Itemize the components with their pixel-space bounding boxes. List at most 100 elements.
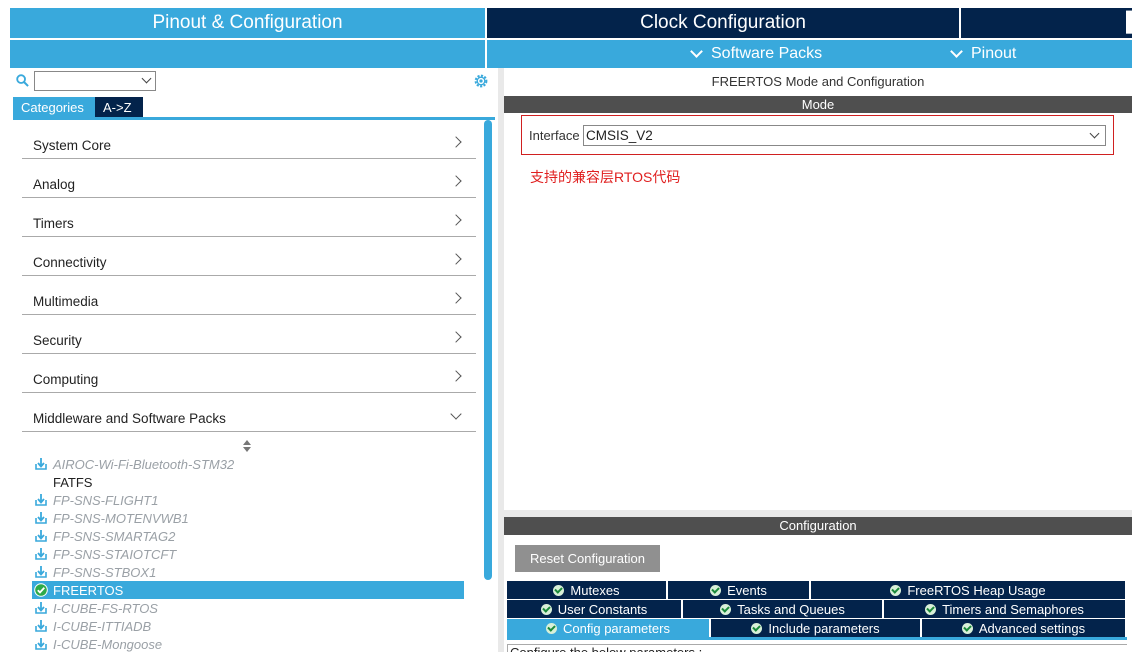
category-label: Security (33, 333, 82, 348)
tab-categories[interactable]: Categories (13, 97, 95, 117)
middleware-item-label: AIROC-Wi-Fi-Bluetooth-STM32 (53, 456, 235, 472)
chevron-right-icon (450, 253, 462, 265)
middleware-item-label: FREERTOS (53, 582, 124, 598)
category-timers[interactable]: Timers (22, 198, 476, 237)
middleware-item-label: I-CUBE-Mongoose (53, 636, 163, 652)
middleware-item[interactable]: AIROC-Wi-Fi-Bluetooth-STM32 (32, 455, 464, 473)
annotation-text: 支持的兼容层RTOS代码 (530, 169, 681, 185)
middleware-item[interactable]: FP-SNS-STBOX1 (32, 563, 464, 581)
middleware-item-label: FP-SNS-FLIGHT1 (53, 492, 159, 508)
search-input[interactable] (34, 71, 156, 91)
download-icon (35, 638, 47, 650)
top-navigation: Pinout & Configuration Clock Configurati… (0, 0, 1132, 68)
middleware-item[interactable]: I-CUBE-ITTIADB (32, 617, 464, 635)
category-label: System Core (33, 138, 112, 153)
chevron-down-icon (1089, 128, 1100, 139)
download-icon (35, 566, 47, 578)
middleware-item[interactable]: FREERTOS (32, 581, 464, 599)
parameters-hint: Configure the below parameters : (507, 644, 1127, 652)
category-system-core[interactable]: System Core (22, 120, 476, 159)
category-label: Timers (33, 216, 74, 231)
tab-events[interactable]: Events (668, 581, 811, 599)
middleware-item[interactable]: FP-SNS-SMARTAG2 (32, 527, 464, 545)
tab-user-constants[interactable]: User Constants (507, 600, 683, 618)
middleware-item[interactable]: I-CUBE-Mongoose (32, 635, 464, 652)
category-list: System Core Analog Timers Connectivity M… (22, 120, 476, 432)
param-tab-row-3: Config parameters Include parameters Adv… (507, 619, 1127, 637)
gear-icon[interactable] (472, 72, 490, 90)
chevron-down-icon[interactable] (141, 73, 152, 84)
tab-freertos-heap-usage[interactable]: FreeRTOS Heap Usage (811, 581, 1127, 599)
tab-advanced-settings[interactable]: Advanced settings (922, 619, 1127, 637)
check-icon (720, 603, 732, 615)
category-multimedia[interactable]: Multimedia (22, 276, 476, 315)
interface-highlight-box: Interface CMSIS_V2 (521, 115, 1114, 155)
search-icon[interactable] (16, 74, 29, 87)
middleware-item[interactable]: FP-SNS-STAIOTCFT (32, 545, 464, 563)
category-analog[interactable]: Analog (22, 159, 476, 198)
chevron-down-icon (950, 45, 963, 58)
interface-select[interactable]: CMSIS_V2 (583, 125, 1106, 146)
subbar-left (10, 40, 485, 68)
mode-configuration-panel: FREERTOS Mode and Configuration Mode Int… (504, 68, 1132, 652)
sort-icon[interactable] (243, 440, 251, 452)
scrollbar[interactable] (484, 120, 492, 580)
category-label: Multimedia (33, 294, 99, 309)
category-middleware[interactable]: Middleware and Software Packs (22, 393, 476, 432)
middleware-item-label: FP-SNS-STBOX1 (53, 564, 157, 580)
check-icon (890, 584, 902, 596)
panel-title: FREERTOS Mode and Configuration (711, 74, 925, 89)
check-icon (925, 603, 937, 615)
chevron-right-icon (450, 292, 462, 304)
middleware-item-label: FP-SNS-SMARTAG2 (53, 528, 176, 544)
tab-config-parameters[interactable]: Config parameters (507, 619, 711, 637)
category-connectivity[interactable]: Connectivity (22, 237, 476, 276)
chevron-right-icon (450, 331, 462, 343)
search-row (10, 68, 495, 96)
tab-tasks-and-queues[interactable]: Tasks and Queues (683, 600, 884, 618)
check-icon (751, 622, 763, 634)
tab-a-to-z[interactable]: A->Z (95, 97, 143, 117)
category-computing[interactable]: Computing (22, 354, 476, 393)
param-tab-row-2: User Constants Tasks and Queues Timers a… (507, 600, 1127, 618)
category-label: Computing (33, 372, 99, 387)
software-packs-menu[interactable]: Software Packs (690, 40, 823, 68)
check-icon (540, 603, 552, 615)
middleware-item[interactable]: FP-SNS-MOTENVWB1 (32, 509, 464, 527)
tab-label: Mutexes (570, 582, 620, 598)
chevron-right-icon (450, 370, 462, 382)
interface-select-value: CMSIS_V2 (586, 128, 653, 143)
tab-project-manager[interactable]: ▌ (961, 8, 1132, 38)
tab-include-parameters[interactable]: Include parameters (711, 619, 922, 637)
tab-clock-configuration[interactable]: Clock Configuration (487, 8, 959, 38)
split-band[interactable] (504, 510, 1132, 517)
category-label: Connectivity (33, 255, 107, 270)
category-security[interactable]: Security (22, 315, 476, 354)
tab-label: User Constants (557, 601, 648, 617)
download-icon (35, 530, 47, 542)
tab-cut-off-glyph: ▌ (1126, 12, 1132, 34)
tab-pinout-configuration[interactable]: Pinout & Configuration (10, 8, 485, 38)
tab-label: Timers and Semaphores (942, 601, 1084, 617)
tab-timers-and-semaphores[interactable]: Timers and Semaphores (884, 600, 1127, 618)
check-icon (710, 584, 722, 596)
tab-label: Include parameters (768, 620, 880, 636)
software-packs-label: Software Packs (711, 45, 823, 62)
chevron-down-icon (690, 45, 703, 58)
chevron-down-icon (450, 408, 462, 420)
reset-configuration-button[interactable]: Reset Configuration (515, 545, 660, 572)
middleware-item[interactable]: FP-SNS-FLIGHT1 (32, 491, 464, 509)
tab-mutexes[interactable]: Mutexes (507, 581, 668, 599)
middleware-item[interactable]: FATFS (32, 473, 464, 491)
download-icon (35, 620, 47, 632)
check-icon (961, 622, 973, 634)
mode-header: Mode (504, 96, 1132, 113)
middleware-item[interactable]: I-CUBE-FS-RTOS (32, 599, 464, 617)
pinout-menu[interactable]: Pinout (950, 40, 1016, 68)
check-icon (34, 583, 48, 597)
middleware-item-label: I-CUBE-ITTIADB (53, 618, 152, 634)
configuration-header: Configuration (504, 517, 1132, 535)
download-icon (35, 548, 47, 560)
chevron-right-icon (450, 136, 462, 148)
interface-label: Interface (529, 128, 580, 143)
